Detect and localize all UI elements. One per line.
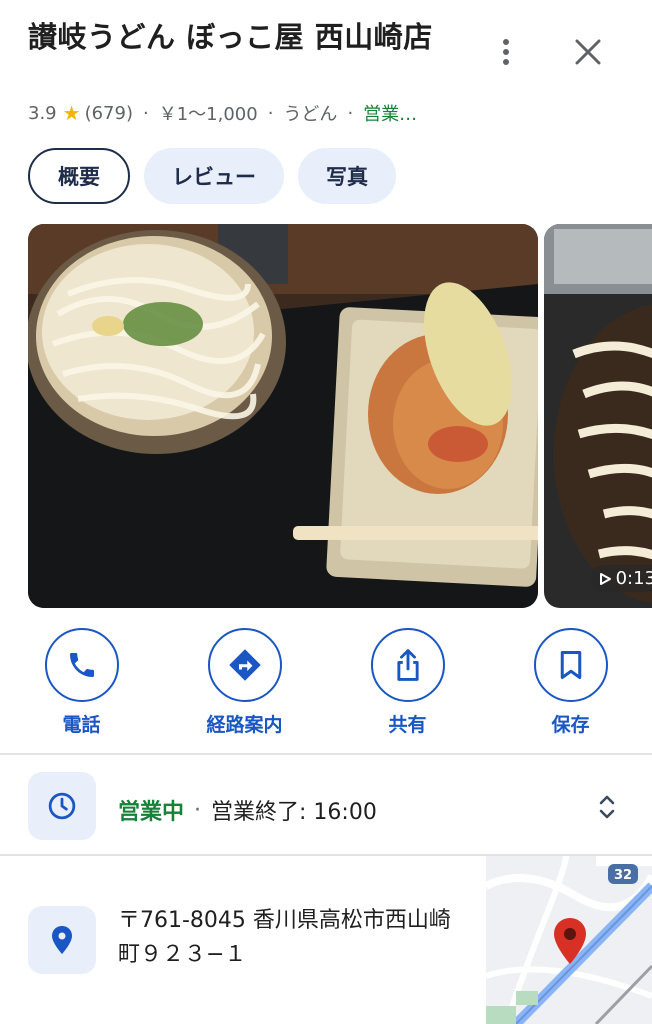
review-count[interactable]: (679) <box>85 103 133 124</box>
tab-reviews[interactable]: レビュー <box>144 148 284 204</box>
directions-label: 経路案内 <box>206 714 283 736</box>
place-header: 讃岐うどん ぼっこ屋 西山崎店 <box>28 16 468 58</box>
category: うどん <box>283 104 338 125</box>
photo-udon-video[interactable]: 0:13 <box>544 224 652 608</box>
hours-separator: · <box>194 797 202 823</box>
more-options-button[interactable] <box>484 30 528 74</box>
section-divider <box>0 753 652 755</box>
photo-carousel[interactable]: 0:13 <box>28 224 652 608</box>
share-action[interactable]: 共有 <box>326 628 489 737</box>
call-button[interactable] <box>44 628 119 702</box>
action-bar: 電話 経路案内 共有 保存 <box>0 628 652 737</box>
address-text[interactable]: 〒761-8045 香川県高松市西山崎町９２３−１ <box>118 904 468 972</box>
play-icon <box>599 572 611 585</box>
share-icon <box>396 649 419 681</box>
meta-separator: · <box>347 102 354 124</box>
address-icon-tile <box>28 906 96 974</box>
meta-separator: · <box>142 102 149 124</box>
video-duration-badge: 0:13 <box>589 565 652 592</box>
share-button[interactable] <box>370 628 445 702</box>
save-action[interactable]: 保存 <box>489 628 652 737</box>
hours-row[interactable]: 営業中 · 営業終了: 16:00 <box>0 770 652 854</box>
call-label: 電話 <box>62 714 101 736</box>
directions-action[interactable]: 経路案内 <box>163 628 326 737</box>
clock-icon <box>48 792 76 820</box>
bookmark-icon <box>560 651 581 679</box>
route-number-label: 32 <box>614 868 632 883</box>
rating-value: 3.9 <box>28 102 57 124</box>
save-label: 保存 <box>551 714 590 736</box>
price-range: ￥1〜1,000 <box>158 104 258 125</box>
video-duration: 0:13 <box>615 568 652 589</box>
hours-open-status: 営業中 <box>118 800 185 825</box>
address-row[interactable]: 〒761-8045 香川県高松市西山崎町９２３−１ 32 <box>0 856 652 1024</box>
hours-icon-tile <box>28 772 96 840</box>
directions-button[interactable] <box>207 628 282 702</box>
place-meta: 3.9 ★ (679) · ￥1〜1,000 · うどん · 営業… <box>28 100 417 126</box>
open-status: 営業… <box>363 104 418 125</box>
photo-udon-tempura[interactable] <box>28 224 538 608</box>
phone-icon <box>69 653 94 677</box>
call-action[interactable]: 電話 <box>0 628 163 737</box>
star-icon: ★ <box>62 101 81 125</box>
close-button[interactable] <box>566 30 610 74</box>
tab-overview[interactable]: 概要 <box>28 148 130 204</box>
place-title: 讃岐うどん ぼっこ屋 西山崎店 <box>28 20 433 54</box>
map-thumbnail[interactable]: 32 <box>486 856 652 1024</box>
hours-closing-time: 営業終了: 16:00 <box>211 800 377 825</box>
save-button[interactable] <box>533 628 608 702</box>
meta-separator: · <box>267 102 274 124</box>
close-icon <box>575 39 601 65</box>
share-label: 共有 <box>388 714 427 736</box>
hours-summary: 営業中 · 営業終了: 16:00 <box>118 794 377 826</box>
tab-bar: 概要 レビュー 写真 <box>28 148 396 204</box>
hours-expand-button[interactable] <box>592 792 622 822</box>
more-vert-icon <box>503 39 509 65</box>
directions-icon <box>228 649 261 681</box>
expand-icon <box>599 795 615 819</box>
location-pin-icon <box>52 926 72 954</box>
tab-photos[interactable]: 写真 <box>298 148 396 204</box>
